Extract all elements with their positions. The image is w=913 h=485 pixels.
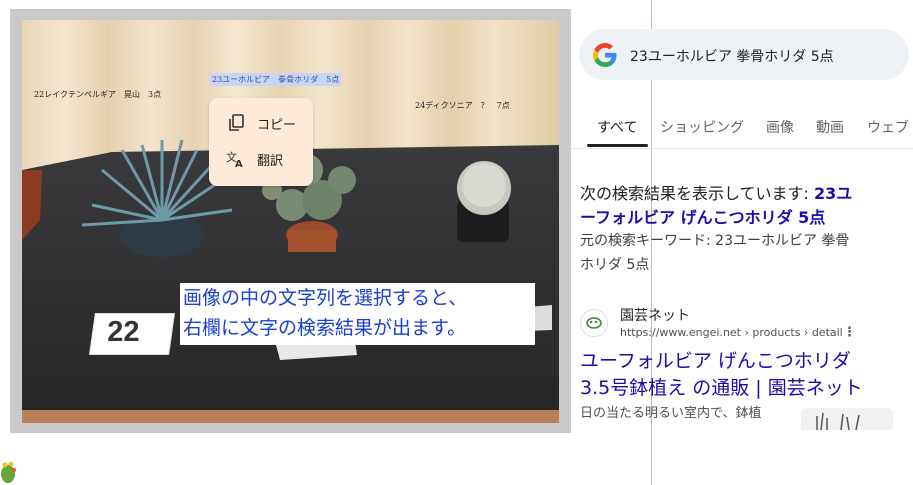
- showing-results-line-1: 次の検索結果を表示しています: 23ユ: [580, 180, 852, 204]
- corrected-query-part-2[interactable]: ーフォルビア げんこつホリダ 5点: [580, 208, 825, 227]
- translate-menu-item[interactable]: 文A 翻訳: [209, 142, 313, 176]
- tab-videos[interactable]: 動画: [816, 117, 844, 137]
- copy-icon: [226, 113, 246, 133]
- original-query-line-1[interactable]: 元の検索キーワード: 23ユーホルビア 拳骨: [580, 230, 849, 250]
- context-menu: コピー 文A 翻訳: [209, 98, 313, 186]
- result-snippet: 日の当たる明るい室内で、鉢植: [580, 406, 762, 421]
- corrected-query-part-1[interactable]: 23ユ: [814, 184, 852, 203]
- google-logo: [593, 43, 617, 67]
- tab-images[interactable]: 画像: [766, 117, 794, 137]
- showing-prefix: 次の検索結果を表示しています:: [580, 184, 814, 203]
- copy-label: コピー: [257, 117, 297, 133]
- result-site-name[interactable]: 園芸ネット: [620, 305, 690, 325]
- cactus-icon: [1, 461, 16, 483]
- showing-results-line-2: ーフォルビア げんこつホリダ 5点: [580, 204, 825, 228]
- number-tag-text: 22: [107, 316, 140, 348]
- svg-text:A: A: [235, 159, 243, 168]
- engei-site-icon: [580, 309, 608, 337]
- result-thumbnail[interactable]: [801, 408, 893, 430]
- plant-label-22[interactable]: 22レイクテンペルギア 晃山 3点: [34, 89, 161, 100]
- selected-text[interactable]: 23ユーホルビア 拳骨ホリダ 5点: [210, 73, 342, 86]
- search-bar[interactable]: 23ユーホルビア 拳骨ホリダ 5点: [579, 29, 909, 80]
- number-tag: 22: [89, 313, 175, 355]
- caption-line-1: 画像の中の文字列を選択すると、: [183, 287, 468, 309]
- search-query[interactable]: 23ユーホルビア 拳骨ホリダ 5点: [630, 46, 834, 66]
- tab-all[interactable]: すべて: [597, 117, 637, 137]
- result-title-line-2[interactable]: 3.5号鉢植え の通販 | 園芸ネット: [580, 373, 863, 400]
- caption-line-2: 右欄に文字の検索結果が出ます。: [183, 317, 467, 339]
- active-tab-indicator: [587, 144, 648, 147]
- translate-icon: 文A: [226, 149, 246, 169]
- copy-menu-item[interactable]: コピー: [209, 106, 313, 140]
- tab-shopping[interactable]: ショッピング: [660, 117, 744, 137]
- result-site-url[interactable]: https://www.engei.net › products › detai…: [620, 326, 843, 339]
- translate-label: 翻訳: [257, 153, 284, 169]
- search-tabs: すべて ショッピング 画像 動画 ウェブ: [571, 110, 913, 149]
- more-vert-icon[interactable]: ⋮: [843, 325, 856, 341]
- original-query-line-2[interactable]: ホリダ 5点: [580, 254, 649, 274]
- result-title-line-1[interactable]: ユーフォルビア げんこつホリダ: [580, 346, 851, 373]
- plant-label-24[interactable]: 24ディクソニア ？ 7点: [415, 100, 510, 111]
- tab-web[interactable]: ウェブ: [867, 117, 909, 137]
- caption-box: 画像の中の文字列を選択すると、 右欄に文字の検索結果が出ます。: [180, 283, 535, 345]
